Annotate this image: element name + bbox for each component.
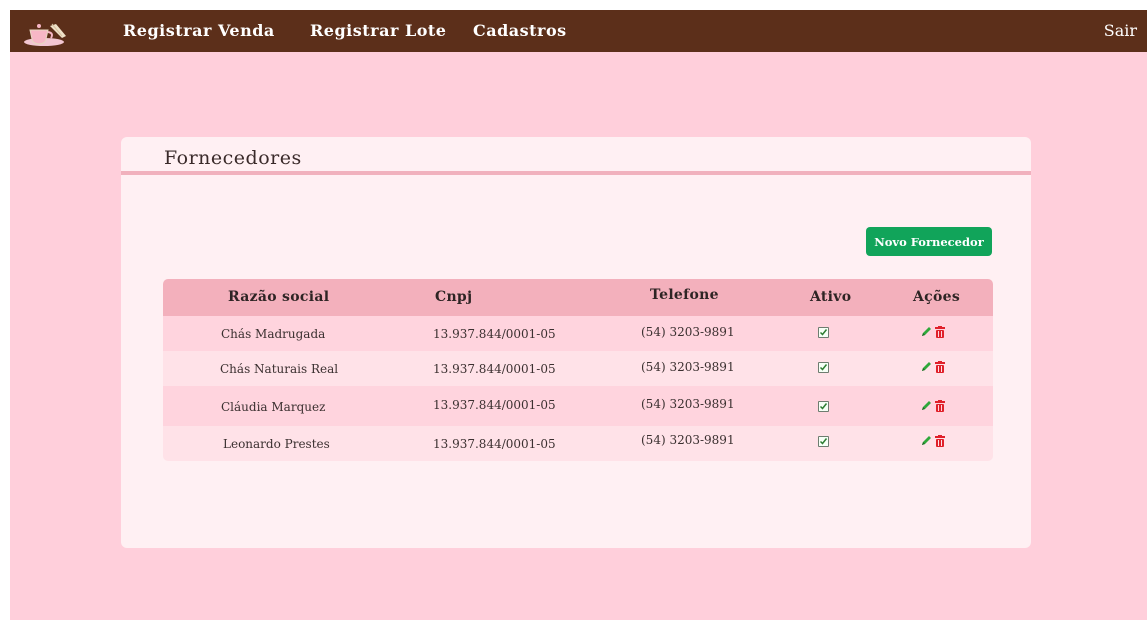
active-checkbox[interactable] xyxy=(818,401,829,412)
cell-cnpj: 13.937.844/0001-05 xyxy=(433,437,556,451)
trash-icon[interactable] xyxy=(935,435,945,447)
cell-razao-social: Chás Madrugada xyxy=(221,327,326,341)
cell-razao-social: Leonardo Prestes xyxy=(223,437,330,451)
cell-cnpj: 13.937.844/0001-05 xyxy=(433,327,556,341)
header-razao-social: Razão social xyxy=(228,289,330,305)
navbar: Registrar Venda Registrar Lote Cadastros… xyxy=(10,10,1147,52)
trash-icon[interactable] xyxy=(935,400,945,412)
cell-razao-social: Cláudia Marquez xyxy=(221,400,326,414)
cell-telefone: (54) 3203-9891 xyxy=(641,433,735,447)
pencil-icon[interactable] xyxy=(920,435,932,447)
trash-icon[interactable] xyxy=(935,326,945,338)
cell-razao-social: Chás Naturais Real xyxy=(220,362,339,376)
table-header: Razão social Cnpj Telefone Ativo Ações xyxy=(163,279,993,316)
pencil-icon[interactable] xyxy=(920,400,932,412)
app-frame: Registrar Venda Registrar Lote Cadastros… xyxy=(10,10,1147,620)
teacup-logo-icon[interactable] xyxy=(22,14,68,48)
active-checkbox[interactable] xyxy=(818,362,829,373)
new-supplier-button[interactable]: Novo Fornecedor xyxy=(866,227,992,256)
table-row: Leonardo Prestes 13.937.844/0001-05 (54)… xyxy=(163,426,993,461)
nav-registrar-lote[interactable]: Registrar Lote xyxy=(310,21,446,40)
nav-registrar-venda[interactable]: Registrar Venda xyxy=(123,21,275,40)
cell-telefone: (54) 3203-9891 xyxy=(641,325,735,339)
cell-telefone: (54) 3203-9891 xyxy=(641,397,735,411)
table-row: Chás Naturais Real 13.937.844/0001-05 (5… xyxy=(163,351,993,386)
cell-cnpj: 13.937.844/0001-05 xyxy=(433,362,556,376)
page-title: Fornecedores xyxy=(164,147,302,169)
title-divider xyxy=(121,171,1031,175)
trash-icon[interactable] xyxy=(935,361,945,373)
cell-cnpj: 13.937.844/0001-05 xyxy=(433,398,556,412)
pencil-icon[interactable] xyxy=(920,361,932,373)
table-row: Chás Madrugada 13.937.844/0001-05 (54) 3… xyxy=(163,316,993,351)
logout-link[interactable]: Sair xyxy=(1104,21,1137,40)
cell-telefone: (54) 3203-9891 xyxy=(641,360,735,374)
suppliers-card: Fornecedores Novo Fornecedor Razão socia… xyxy=(121,137,1031,548)
header-ativo: Ativo xyxy=(810,289,852,305)
header-telefone: Telefone xyxy=(650,287,719,303)
suppliers-table: Razão social Cnpj Telefone Ativo Ações C… xyxy=(163,279,993,461)
table-row: Cláudia Marquez 13.937.844/0001-05 (54) … xyxy=(163,386,993,426)
nav-cadastros[interactable]: Cadastros xyxy=(473,21,567,40)
active-checkbox[interactable] xyxy=(818,327,829,338)
pencil-icon[interactable] xyxy=(920,326,932,338)
header-cnpj: Cnpj xyxy=(435,289,473,305)
header-acoes: Ações xyxy=(913,289,961,305)
active-checkbox[interactable] xyxy=(818,436,829,447)
